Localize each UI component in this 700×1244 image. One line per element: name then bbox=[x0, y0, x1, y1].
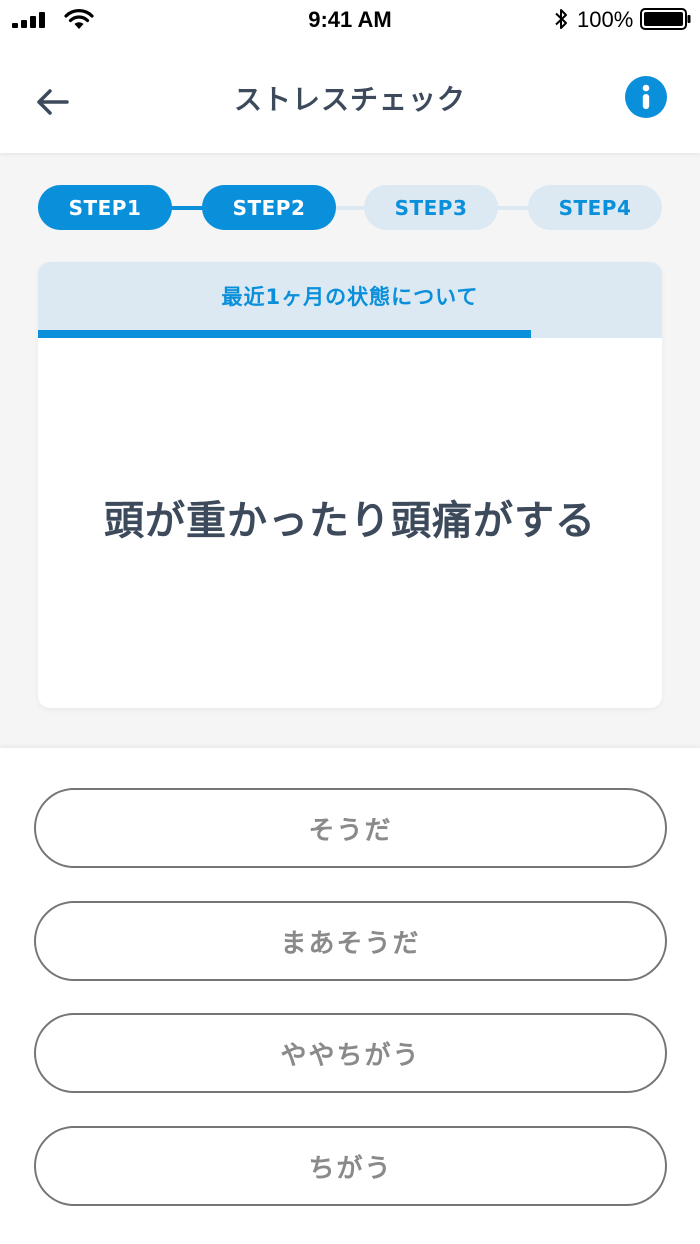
info-icon bbox=[642, 84, 650, 109]
section-title: 最近1ヶ月の状態について bbox=[38, 262, 662, 330]
page-title: ストレスチェック bbox=[233, 83, 466, 116]
step-4: STEP4 bbox=[528, 185, 662, 230]
info-button[interactable] bbox=[625, 76, 667, 118]
step-2: STEP2 bbox=[202, 185, 336, 230]
battery-percentage: 100% bbox=[577, 7, 634, 32]
app-header: ストレスチェック bbox=[0, 40, 700, 153]
bluetooth-icon bbox=[555, 9, 567, 29]
answer-button-yayachigau[interactable]: ややちがう bbox=[34, 1013, 667, 1093]
question-card: 最近1ヶ月の状態について 頭が重かったり頭痛がする bbox=[38, 262, 662, 708]
question-text: 頭が重かったり頭痛がする bbox=[104, 498, 596, 544]
progress-bar bbox=[38, 330, 662, 338]
step-1: STEP1 bbox=[38, 185, 172, 230]
answer-panel: そうだ まあそうだ ややちがう ちがう bbox=[0, 748, 700, 1244]
answer-button-maasoda[interactable]: まあそうだ bbox=[34, 901, 667, 981]
battery-icon bbox=[640, 8, 691, 30]
step-3: STEP3 bbox=[364, 185, 498, 230]
answer-button-soda[interactable]: そうだ bbox=[34, 788, 667, 868]
status-bar: 9:41 AM 100% bbox=[0, 0, 700, 40]
step-indicator: STEP1 STEP2 STEP3 STEP4 bbox=[38, 185, 662, 231]
progress-fill bbox=[38, 330, 531, 338]
answer-button-chigau[interactable]: ちがう bbox=[34, 1126, 667, 1206]
